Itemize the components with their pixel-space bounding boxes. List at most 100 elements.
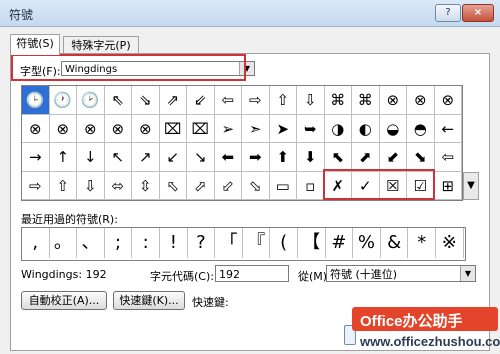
recent-symbol-cell[interactable]: ! (160, 228, 188, 258)
symbol-cell[interactable]: ⬈ (352, 143, 380, 172)
symbol-cell[interactable]: ⇳ (132, 171, 160, 200)
symbol-cell[interactable]: ⌘ (352, 86, 380, 115)
symbol-cell[interactable]: ⬁ (159, 171, 187, 200)
symbol-cell[interactable]: ⇗ (159, 86, 187, 115)
recent-symbol-cell[interactable]: 、 (77, 228, 105, 258)
symbol-cell[interactable]: ↓ (77, 143, 105, 172)
shortcut-key-label: 快速鍵: (192, 296, 229, 309)
symbol-cell[interactable]: ⬉ (324, 143, 352, 172)
watermark-brand: Office办公助手 (360, 313, 463, 330)
symbol-cell[interactable]: ← (434, 114, 462, 143)
symbol-cell[interactable]: ⌧ (187, 114, 215, 143)
shortcut-key-button[interactable]: 快速鍵(K)... (113, 291, 185, 310)
symbol-cell[interactable]: ➣ (242, 114, 270, 143)
symbol-cell[interactable]: ⬃ (214, 171, 242, 200)
recent-symbol-cell[interactable]: : (132, 228, 160, 258)
symbol-cell[interactable]: ⇧ (269, 86, 297, 115)
symbol-cell[interactable]: ⬊ (407, 143, 435, 172)
window-title: 符號 (9, 8, 34, 22)
symbol-cell[interactable]: ▫ (297, 171, 325, 200)
close-button[interactable]: × (462, 4, 494, 22)
recent-symbol-cell[interactable]: , (22, 228, 50, 258)
autocorrect-button[interactable]: 自動校正(A)... (21, 291, 107, 310)
symbol-cell[interactable]: ⊗ (22, 114, 50, 143)
symbol-cell[interactable]: ⊗ (434, 86, 462, 115)
symbol-cell[interactable]: → (22, 143, 50, 172)
symbol-cell[interactable]: ⊞ (434, 171, 462, 200)
symbol-cell[interactable]: ↑ (49, 143, 77, 172)
recent-symbol-cell[interactable]: 【 (298, 228, 326, 258)
recent-symbol-cell[interactable]: * (408, 228, 436, 258)
symbol-cell[interactable]: ⬄ (104, 171, 132, 200)
symbol-cell[interactable]: ⬂ (242, 171, 270, 200)
symbol-cell[interactable]: ◒ (379, 114, 407, 143)
grid-scrollbar[interactable]: ▼ (463, 172, 479, 200)
character-name: Wingdings: 192 (21, 268, 107, 281)
char-code-label: 字元代碼(C): (150, 270, 214, 283)
symbol-cell[interactable]: ➥ (297, 114, 325, 143)
symbol-cell[interactable]: ↗ (132, 143, 160, 172)
char-code-input[interactable]: 192 (215, 265, 289, 282)
recent-symbol-cell[interactable]: 「 (215, 228, 243, 258)
recent-symbol-cell[interactable]: & (381, 228, 409, 258)
symbol-cell[interactable]: ➡ (242, 143, 270, 172)
recent-symbols-row: ,。、;:!? 「『(【#% & * ※ (21, 227, 466, 261)
symbol-cell[interactable]: ⬇ (297, 143, 325, 172)
recent-symbols-label: 最近用過的符號(R): (21, 213, 118, 226)
symbol-cell[interactable]: ⇧ (49, 171, 77, 200)
symbol-cell[interactable]: ↙ (159, 143, 187, 172)
tab-symbols[interactable]: 符號(S) (10, 34, 60, 55)
symbol-cell[interactable]: ⊗ (49, 114, 77, 143)
symbol-cell[interactable]: ⇙ (187, 86, 215, 115)
symbol-cell[interactable]: ⇨ (242, 86, 270, 115)
symbol-cell[interactable]: ↖ (104, 143, 132, 172)
symbol-cell[interactable]: ⇦ (214, 86, 242, 115)
recent-symbol-cell[interactable]: 『 (243, 228, 271, 258)
symbol-cell[interactable]: ➤ (269, 114, 297, 143)
symbol-dialog: 符號 ? × 符號(S) 特殊字元(P) 字型(F): Wingdings ▼ … (0, 0, 500, 354)
symbol-cell[interactable]: ⌧ (159, 114, 187, 143)
chevron-down-icon[interactable]: ▼ (460, 266, 475, 281)
symbol-cell[interactable]: ◑ (324, 114, 352, 143)
recent-symbol-cell[interactable]: ? (188, 228, 216, 258)
watermark-logo: Office办公助手 www.officezhushou.com (352, 307, 500, 351)
tab-special-characters[interactable]: 特殊字元(P) (63, 36, 139, 54)
symbol-cell[interactable]: ⊗ (104, 114, 132, 143)
watermark-url: www.officezhushou.com (360, 334, 500, 349)
symbol-cell[interactable]: ⬀ (187, 171, 215, 200)
symbol-cell[interactable]: ⇨ (22, 171, 50, 200)
symbol-cell[interactable]: ⊗ (407, 86, 435, 115)
recent-symbol-cell[interactable]: ( (270, 228, 298, 258)
symbol-cell[interactable]: ⊗ (379, 86, 407, 115)
symbol-cell[interactable]: 🕑 (77, 86, 105, 115)
help-button[interactable]: ? (435, 4, 461, 22)
symbol-cell[interactable]: ⊗ (132, 114, 160, 143)
symbol-cell[interactable]: ▭ (269, 171, 297, 200)
symbol-cell[interactable]: ➢ (214, 114, 242, 143)
title-bar: 符號 ? × (0, 0, 500, 27)
from-select-value: 符號 (十進位) (330, 268, 398, 281)
recent-symbol-cell[interactable]: 。 (50, 228, 78, 258)
highlight-box-font (11, 54, 246, 81)
symbol-cell[interactable]: ⬆ (269, 143, 297, 172)
symbol-cell[interactable]: ⬅ (214, 143, 242, 172)
symbol-cell[interactable]: ⇩ (297, 86, 325, 115)
symbol-cell[interactable]: ↘ (187, 143, 215, 172)
recent-symbol-cell[interactable]: % (353, 228, 381, 258)
symbol-cell[interactable]: ◐ (352, 114, 380, 143)
symbol-cell[interactable]: 🕐 (49, 86, 77, 115)
symbol-cell[interactable]: ◓ (407, 114, 435, 143)
symbol-cell[interactable]: ⇖ (104, 86, 132, 115)
highlight-box-checkmarks (323, 169, 435, 200)
symbol-cell[interactable]: ⇩ (77, 171, 105, 200)
recent-symbol-cell[interactable]: ※ (436, 228, 464, 258)
symbol-cell[interactable]: 🕒 (22, 86, 50, 115)
symbol-cell[interactable]: ⬋ (379, 143, 407, 172)
from-select[interactable]: 符號 (十進位) ▼ (326, 265, 476, 282)
symbol-cell[interactable]: ⌘ (324, 86, 352, 115)
symbol-cell[interactable]: ⇘ (132, 86, 160, 115)
symbol-cell[interactable]: ⇦ (434, 143, 462, 172)
recent-symbol-cell[interactable]: ; (105, 228, 133, 258)
recent-symbol-cell[interactable]: # (326, 228, 354, 258)
symbol-cell[interactable]: ⊗ (77, 114, 105, 143)
